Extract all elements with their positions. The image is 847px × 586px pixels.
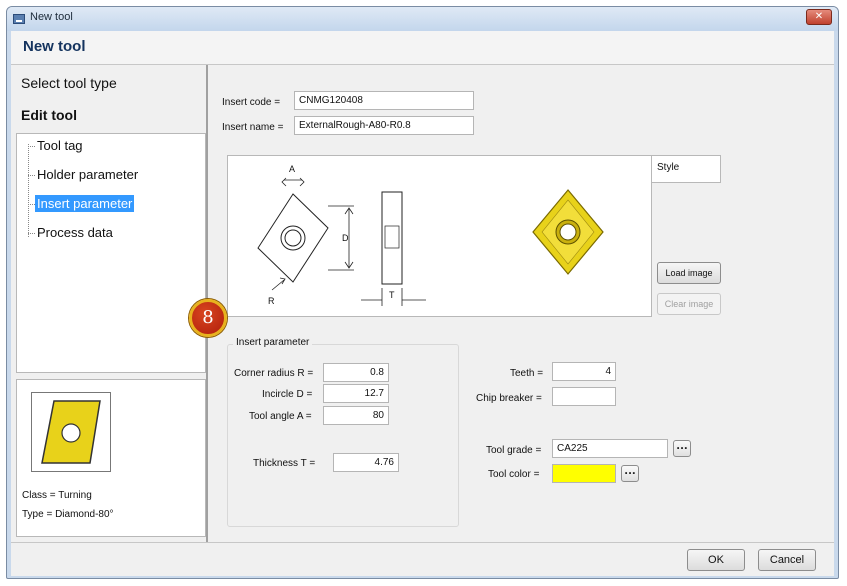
tool-thumbnail-panel: Class = Turning Type = Diamond-80° <box>16 379 206 537</box>
insert-thumbnail <box>31 392 111 472</box>
insert-name-label: Insert name = <box>222 122 284 133</box>
dim-label-a: A <box>289 164 295 174</box>
close-button[interactable]: ✕ <box>806 9 832 25</box>
tool-color-label: Tool color = <box>488 469 540 480</box>
tool-class-text: Class = Turning <box>22 490 92 501</box>
chip-breaker-label: Chip breaker = <box>476 393 542 404</box>
title-bar[interactable]: New tool ✕ <box>7 7 838 31</box>
ok-button[interactable]: OK <box>687 549 745 571</box>
dim-label-t: T <box>389 290 395 300</box>
load-image-button[interactable]: Load image <box>657 262 721 284</box>
tool-angle-field[interactable]: 80 <box>323 406 389 425</box>
corner-radius-field[interactable]: 0.8 <box>323 363 389 382</box>
tree-item-process-data[interactable]: Process data <box>28 222 115 244</box>
dialog-content: Select tool type Edit tool Tool tag Hold… <box>11 65 834 542</box>
step-number-badge: 8 <box>189 299 227 337</box>
dim-label-d: D <box>342 233 349 243</box>
tool-grade-browse-button[interactable]: ... <box>673 440 691 457</box>
dialog-window: New tool ✕ New tool Select tool type Edi… <box>6 6 839 579</box>
teeth-field[interactable]: 4 <box>552 362 616 381</box>
insert-code-field[interactable]: CNMG120408 <box>294 91 474 110</box>
tree-item-holder-parameter[interactable]: Holder parameter <box>28 164 140 186</box>
corner-radius-label: Corner radius R = <box>234 368 314 379</box>
style-box[interactable]: Style <box>651 155 721 183</box>
insert-3d-icon <box>532 189 604 275</box>
tree-item-insert-parameter[interactable]: Insert parameter <box>28 193 135 215</box>
insert-parameter-panel: Insert code = CNMG120408 Insert name = E… <box>210 65 834 542</box>
insert-diagram: A D R T <box>257 164 604 306</box>
tool-type-text: Type = Diamond-80° <box>22 509 114 520</box>
dim-label-r: R <box>268 296 275 306</box>
cancel-button[interactable]: Cancel <box>758 549 816 571</box>
clear-image-button[interactable]: Clear image <box>657 293 721 315</box>
chip-breaker-field[interactable] <box>552 387 616 406</box>
tool-color-swatch[interactable] <box>552 464 616 483</box>
tree-item-label: Holder parameter <box>37 167 139 182</box>
tool-angle-label: Tool angle A = <box>249 411 312 422</box>
tree-item-label: Insert parameter <box>35 195 135 212</box>
tree-item-tool-tag[interactable]: Tool tag <box>28 135 85 157</box>
teeth-label: Teeth = <box>510 368 544 379</box>
thickness-field[interactable]: 4.76 <box>333 453 399 472</box>
thickness-label: Thickness T = <box>253 458 316 469</box>
incircle-field[interactable]: 12.7 <box>323 384 389 403</box>
tree-item-label: Tool tag <box>37 138 83 153</box>
tree-item-label: Process data <box>37 225 113 240</box>
edit-tree: Tool tag Holder parameter Insert paramet… <box>16 133 206 373</box>
dialog-footer: OK Cancel <box>11 542 834 576</box>
dialog-header: New tool <box>11 31 834 65</box>
insert-preview: A D R T <box>227 155 652 317</box>
insert-name-field[interactable]: ExternalRough-A80-R0.8 <box>294 116 474 135</box>
window-title: New tool <box>30 11 73 23</box>
wizard-sidebar: Select tool type Edit tool Tool tag Hold… <box>11 65 208 542</box>
tool-color-browse-button[interactable]: ... <box>621 465 639 482</box>
tool-grade-field[interactable]: CA225 <box>552 439 668 458</box>
tool-grade-label: Tool grade = <box>486 445 542 456</box>
insert-code-label: Insert code = <box>222 97 281 108</box>
incircle-label: Incircle D = <box>262 389 313 400</box>
step-select-tool-type[interactable]: Select tool type <box>21 75 117 91</box>
diamond-insert-icon <box>41 400 101 464</box>
app-icon <box>13 14 25 24</box>
page-title: New tool <box>23 38 86 55</box>
group-title: Insert parameter <box>233 337 313 348</box>
step-edit-tool[interactable]: Edit tool <box>21 107 77 123</box>
